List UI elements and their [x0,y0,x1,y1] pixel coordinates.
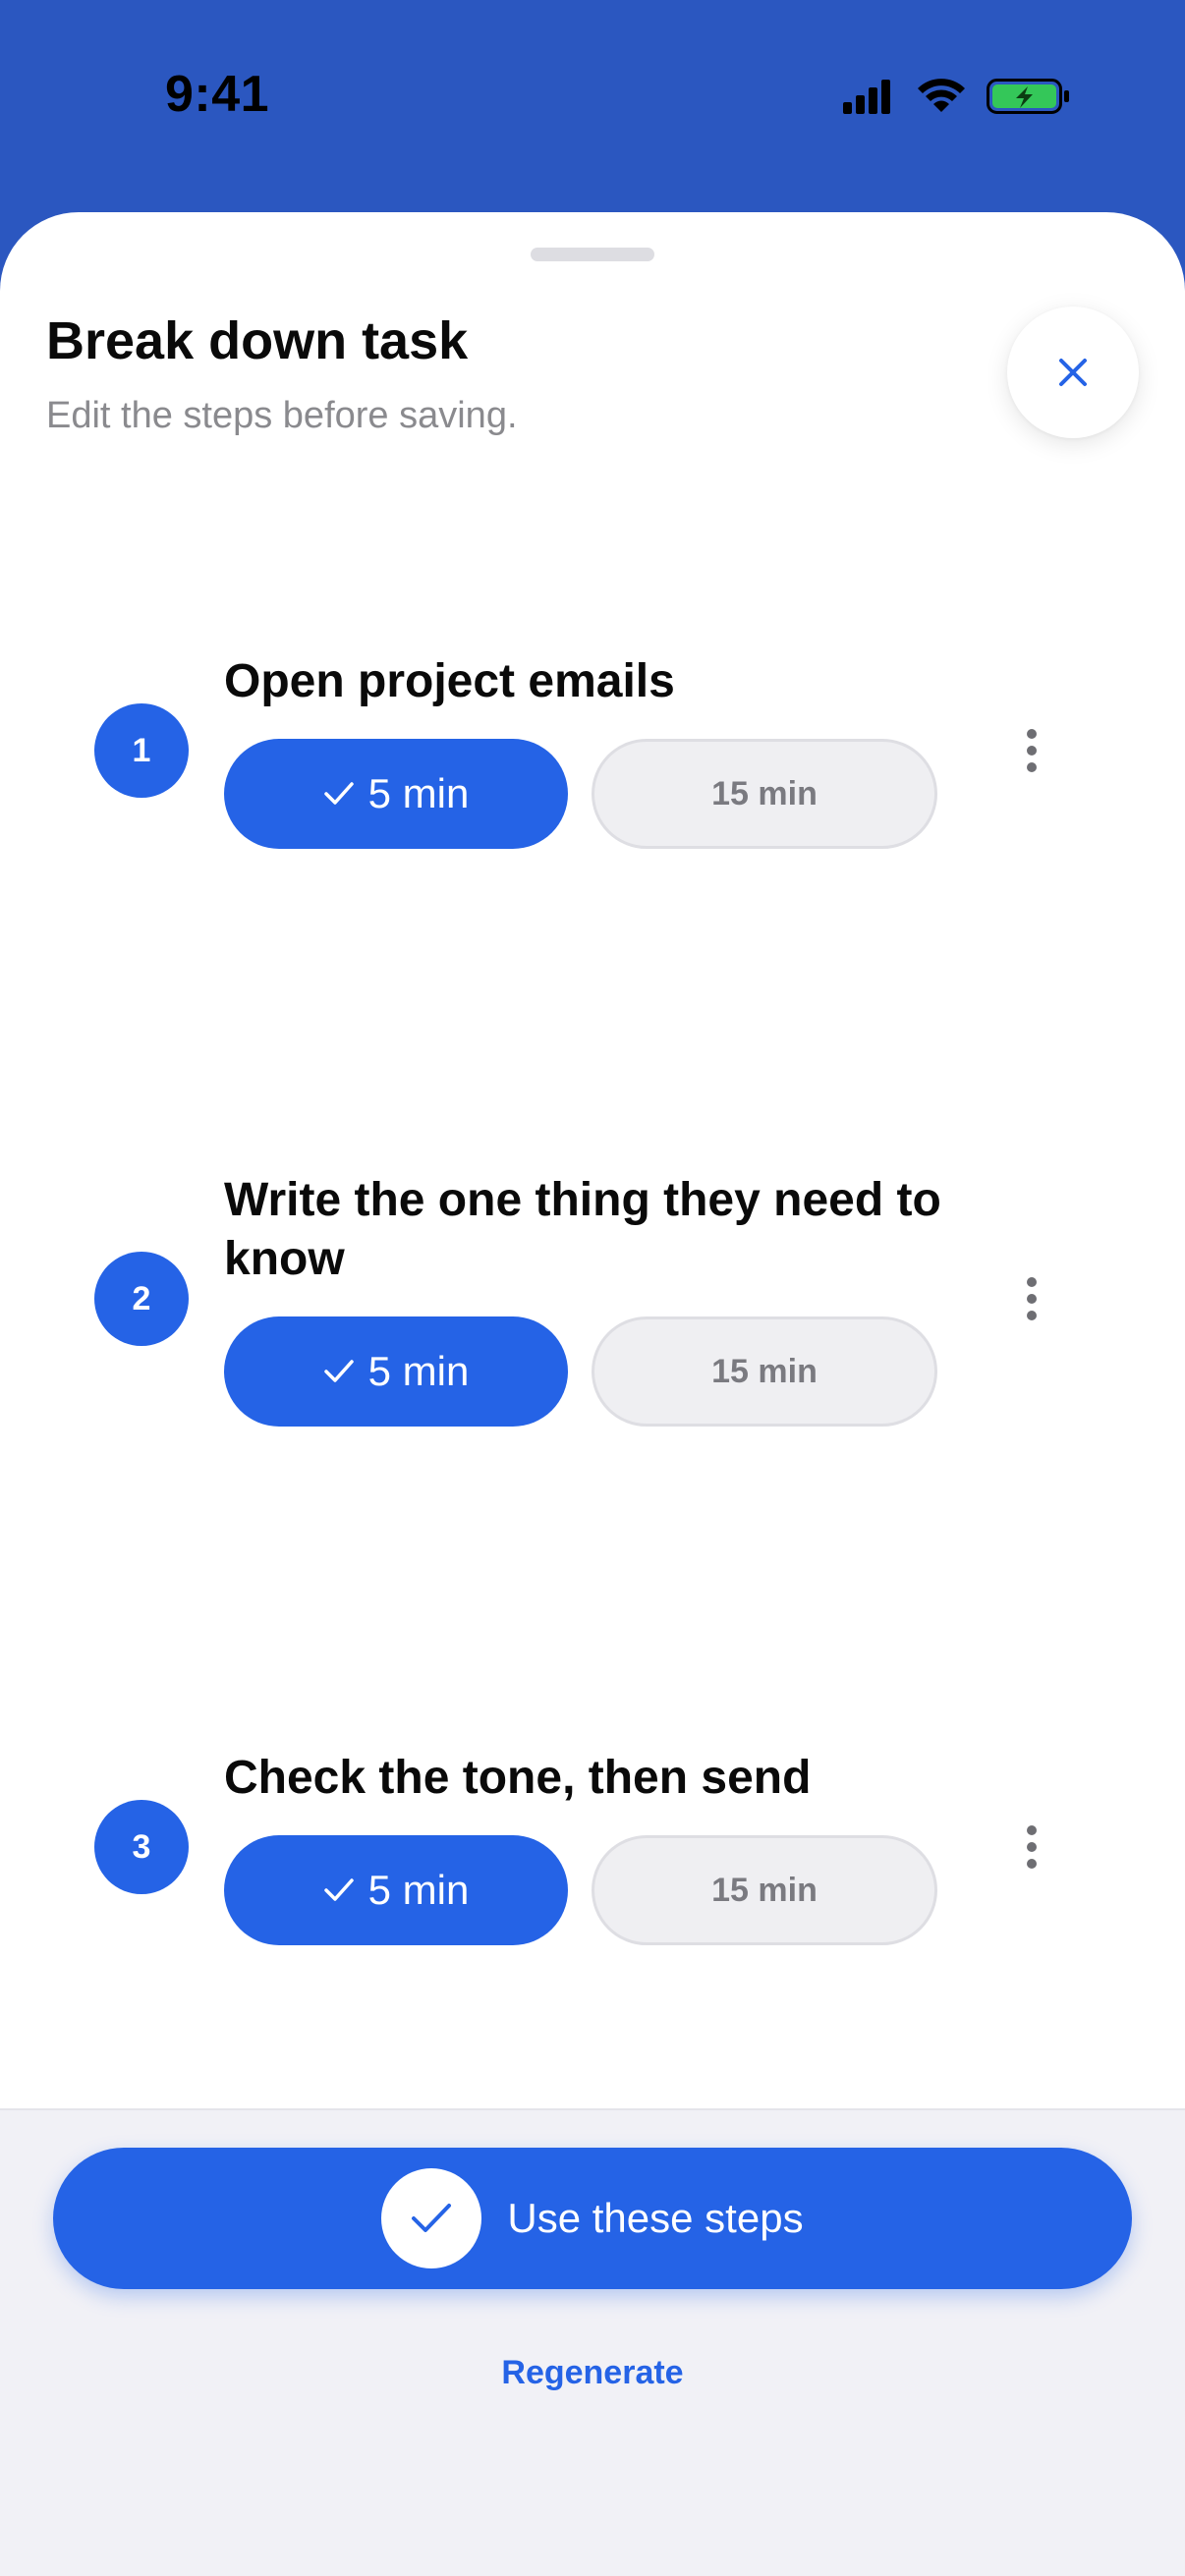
battery-charging-icon [987,79,1069,114]
primary-button-label: Use these steps [507,2195,804,2241]
wifi-icon [918,79,965,112]
use-these-steps-button[interactable]: Use these steps [53,2148,1132,2289]
more-vertical-icon [1027,1277,1037,1320]
status-icons [843,77,1079,116]
check-icon [323,1358,355,1385]
duration-label: 15 min [711,1352,818,1390]
more-vertical-icon [1027,1825,1037,1869]
close-button[interactable] [1007,307,1139,438]
duration-option-selected[interactable]: 5 min [224,1316,568,1427]
step-number-badge: 1 [94,703,189,798]
duration-label: 15 min [711,1871,818,1909]
step-title[interactable]: Write the one thing they need to know [224,1171,971,1289]
signal-icon [843,80,890,114]
sheet-title: Break down task [46,311,469,370]
check-icon [323,780,355,808]
duration-option-selected[interactable]: 5 min [224,739,568,849]
step-title[interactable]: Check the tone, then send [224,1749,971,1808]
duration-option[interactable]: 15 min [592,1316,937,1427]
footer-actions: Use these steps Regenerate [0,2108,1185,2576]
step-number-badge: 3 [94,1800,189,1894]
status-time: 9:41 [165,66,270,123]
more-options-button[interactable] [1012,1818,1051,1876]
check-circle-icon [381,2168,482,2268]
more-options-button[interactable] [1012,1269,1051,1328]
status-bar: 9:41 [0,0,1185,196]
more-vertical-icon [1027,729,1037,772]
more-options-button[interactable] [1012,721,1051,780]
duration-label: 15 min [711,774,818,812]
close-icon [1059,359,1087,386]
duration-option[interactable]: 15 min [592,739,937,849]
duration-label: 5 min [367,770,470,816]
regenerate-link[interactable]: Regenerate [0,2354,1185,2392]
step-number-badge: 2 [94,1252,189,1346]
duration-option[interactable]: 15 min [592,1835,937,1945]
duration-option-selected[interactable]: 5 min [224,1835,568,1945]
step-title[interactable]: Open project emails [224,652,971,711]
duration-label: 5 min [367,1867,470,1913]
sheet-subtitle: Edit the steps before saving. [46,395,518,436]
sheet-grabber[interactable] [531,248,654,261]
duration-label: 5 min [367,1348,470,1394]
check-icon [323,1876,355,1904]
